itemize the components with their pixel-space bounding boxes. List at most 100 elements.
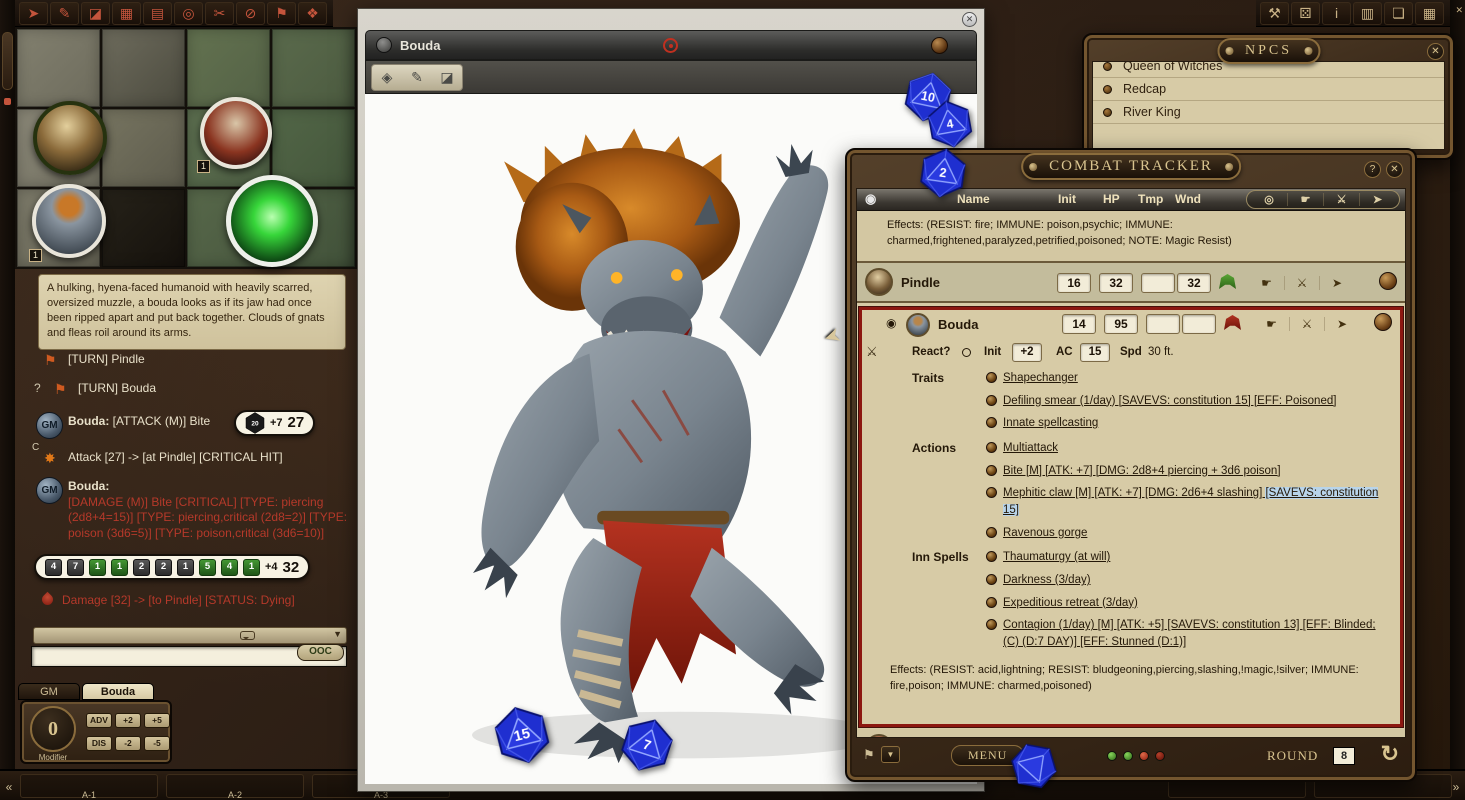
round-counter[interactable]: 8 <box>1333 747 1355 765</box>
faction-icon[interactable]: ➤ <box>1324 317 1359 331</box>
radial-menu-button[interactable] <box>931 37 948 54</box>
chat-log[interactable]: ⚑ [TURN] Pindle ? ⚑ [TURN] Bouda GM Boud… <box>22 352 352 624</box>
faction-icon[interactable]: ➤ <box>1319 276 1354 290</box>
roll-bullet-icon[interactable] <box>986 574 997 585</box>
token-cleric[interactable] <box>200 97 272 169</box>
visibility-eye-icon[interactable]: ◉ <box>865 191 876 207</box>
roll-bullet-icon[interactable] <box>986 442 997 453</box>
roll-bullet-icon[interactable] <box>986 465 997 476</box>
next-round-button[interactable]: ↻ <box>1381 741 1399 767</box>
spell-item[interactable]: Expeditious retreat (3/day) <box>986 592 1390 615</box>
npcs-list[interactable]: Queen of Witches Redcap River King <box>1092 61 1445 150</box>
status-helmet-icon[interactable] <box>1224 315 1241 330</box>
draw-tool-button[interactable]: ✎ <box>50 2 79 25</box>
close-button[interactable]: ✕ <box>962 12 977 27</box>
mask-tool-button[interactable]: ✂ <box>205 2 234 25</box>
status-helmet-icon[interactable] <box>1219 274 1236 289</box>
scroll-thumb[interactable] <box>2 32 13 90</box>
trait-item[interactable]: Shapechanger <box>986 367 1390 390</box>
minus5-button[interactable]: -5 <box>144 736 170 751</box>
npc-list-item[interactable]: Redcap <box>1093 78 1444 101</box>
info-button[interactable]: i <box>1322 2 1351 25</box>
wnd-field[interactable]: 32 <box>1177 273 1211 293</box>
roll-bullet-icon[interactable] <box>986 395 997 406</box>
hotbar-left-arrow[interactable]: « <box>2 777 16 797</box>
roll-bullet-icon[interactable] <box>986 487 997 498</box>
pointer-tool-button[interactable]: ➤ <box>19 2 48 25</box>
npcs-window-title[interactable]: NPCS <box>1217 38 1320 64</box>
roll-bullet-icon[interactable] <box>986 527 997 538</box>
table-button[interactable]: ▦ <box>1415 2 1444 25</box>
portrait-token[interactable] <box>865 268 893 296</box>
grid-tool-button[interactable]: ▦ <box>112 2 141 25</box>
minus2-button[interactable]: -2 <box>115 736 141 751</box>
select-tool-icon[interactable]: ◈ <box>374 69 400 86</box>
radial-menu-button[interactable] <box>1374 313 1392 331</box>
close-button[interactable]: ✕ <box>1386 161 1403 178</box>
grab-icon[interactable]: ☛ <box>1254 317 1289 331</box>
d20-die[interactable]: 4 <box>924 97 976 152</box>
init-field[interactable]: 16 <box>1057 273 1091 293</box>
visibility-eye-icon[interactable]: ◉ <box>886 316 896 330</box>
portrait-token[interactable] <box>865 734 893 738</box>
block-tool-button[interactable]: ⊘ <box>236 2 265 25</box>
identity-tab-bouda[interactable]: Bouda <box>82 683 154 700</box>
layers-tool-button[interactable]: ▤ <box>143 2 172 25</box>
grab-icon[interactable]: ☛ <box>1249 276 1284 290</box>
roll-bullet-icon[interactable] <box>986 619 997 630</box>
ac-field[interactable]: 15 <box>1080 343 1110 362</box>
modifier-stack[interactable]: 0 <box>30 706 76 752</box>
trait-item[interactable]: Defiling smear (1/day) [SAVEVS: constitu… <box>986 390 1390 413</box>
attacks-icon[interactable]: ⚔ <box>1323 193 1359 206</box>
dis-button[interactable]: DIS <box>86 736 112 751</box>
plus5-button[interactable]: +5 <box>144 713 170 728</box>
tracker-entry-bouda-active[interactable]: ◉ Bouda 14 95 ☛ ⚔ ➤ ⚔ <box>859 307 1403 727</box>
dice-button[interactable]: ⚄ <box>1291 2 1320 25</box>
roll-bullet-icon[interactable] <box>986 597 997 608</box>
wnd-field[interactable] <box>1182 314 1216 334</box>
ooc-button[interactable]: OOC <box>297 644 344 661</box>
action-item-selected[interactable]: Mephitic claw [M] [ATK: +7] [DMG: 2d6+4 … <box>986 482 1390 521</box>
init-mod-field[interactable]: +2 <box>1012 343 1042 362</box>
close-icon[interactable]: ✕ <box>1455 5 1463 16</box>
plus2-button[interactable]: +2 <box>115 713 141 728</box>
trait-item[interactable]: Innate spellcasting <box>986 412 1390 435</box>
image-window-titlebar[interactable]: Bouda <box>365 30 977 60</box>
action-item[interactable]: Ravenous gorge <box>986 522 1390 545</box>
left-scroll-strip[interactable] <box>0 0 15 800</box>
token-shambler[interactable] <box>226 175 318 267</box>
damage-roll-result[interactable]: 4 7 1 1 2 2 1 5 4 1 +4 32 <box>34 554 310 580</box>
token-bouda[interactable] <box>32 184 106 258</box>
spell-item[interactable]: Darkness (3/day) <box>986 569 1390 592</box>
spell-item[interactable]: Contagion (1/day) [M] [ATK: +5] [SAVEVS:… <box>986 614 1390 653</box>
flag-tool-button[interactable]: ⚑ <box>267 2 296 25</box>
tracker-entry-pindle[interactable]: Pindle 16 32 32 ☛ ⚔ ➤ <box>857 263 1405 303</box>
target-tool-button[interactable]: ◎ <box>174 2 203 25</box>
attacks-icon[interactable]: ⚔ <box>1289 317 1324 331</box>
combatant-name[interactable]: Pindle <box>901 275 940 290</box>
roll-bullet-icon[interactable] <box>986 551 997 562</box>
help-button[interactable]: ? <box>1364 161 1381 178</box>
combatant-name[interactable]: Bouda <box>938 317 978 332</box>
targeting-icon[interactable]: ◎ <box>1251 193 1287 206</box>
adv-button[interactable]: ADV <box>86 713 112 728</box>
npc-list-item[interactable]: River King <box>1093 101 1444 124</box>
eraser-tool-button[interactable]: ◪ <box>81 2 110 25</box>
npc-name[interactable]: Redcap <box>1123 82 1166 96</box>
tools-button[interactable]: ⚒ <box>1260 2 1289 25</box>
next-actor-dropdown[interactable]: ▼ <box>881 746 900 763</box>
tmp-field[interactable] <box>1146 314 1180 334</box>
hp-field[interactable]: 32 <box>1099 273 1133 293</box>
token-ranger[interactable] <box>33 101 107 175</box>
attack-roll-result[interactable]: 20 +7 27 <box>234 410 315 436</box>
attacks-icon[interactable]: ⚔ <box>1284 276 1319 290</box>
reaction-checkbox[interactable] <box>962 348 971 357</box>
npc-name[interactable]: Queen of Witches <box>1123 61 1222 73</box>
tmp-field[interactable] <box>1141 273 1175 293</box>
hp-field[interactable]: 95 <box>1104 314 1138 334</box>
panel-button[interactable]: ❏ <box>1384 2 1413 25</box>
identity-tab-gm[interactable]: GM <box>18 683 80 700</box>
bouda-main-row[interactable]: ◉ Bouda 14 95 ☛ ⚔ ➤ <box>862 310 1400 340</box>
init-field[interactable]: 14 <box>1062 314 1096 334</box>
erase-tool-icon[interactable]: ◪ <box>434 69 460 86</box>
